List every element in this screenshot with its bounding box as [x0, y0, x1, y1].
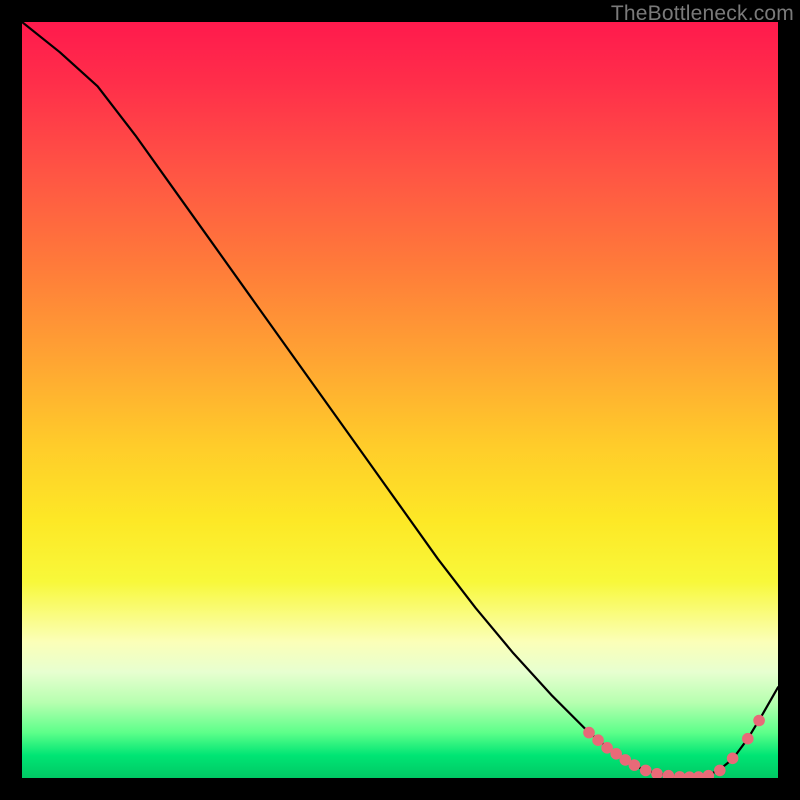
curve-marker: [592, 734, 604, 746]
curve-marker: [640, 765, 652, 777]
curve-marker: [727, 753, 739, 765]
curve-marker: [714, 765, 726, 777]
curve-marker: [663, 770, 675, 778]
curve-marker: [703, 770, 715, 778]
chart-frame: TheBottleneck.com: [0, 0, 800, 800]
curve-layer: [22, 22, 778, 778]
curve-marker: [753, 715, 765, 727]
curve-marker: [583, 727, 595, 739]
curve-marker: [742, 733, 754, 745]
curve-marker: [629, 759, 641, 771]
watermark-label: TheBottleneck.com: [611, 2, 794, 26]
curve-marker: [693, 771, 705, 778]
curve-markers: [583, 715, 765, 778]
bottleneck-curve: [22, 22, 778, 777]
curve-marker: [651, 768, 663, 778]
plot-area: [22, 22, 778, 778]
